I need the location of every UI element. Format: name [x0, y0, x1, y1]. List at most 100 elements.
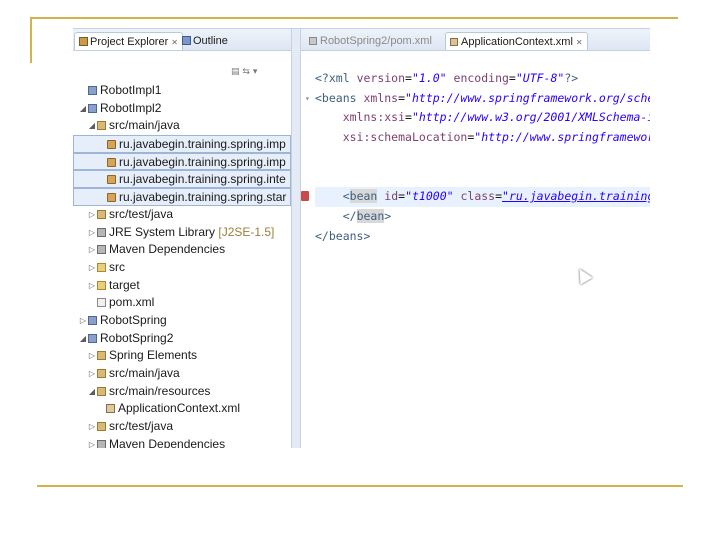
package-icon: [97, 209, 106, 219]
tree-item-label: src/main/resources: [109, 383, 211, 398]
chevron-right-icon[interactable]: ▷: [88, 259, 96, 277]
tree-item-label: pom.xml: [109, 295, 155, 310]
chevron-down-icon[interactable]: ◢: [79, 330, 87, 348]
project-icon: [88, 103, 97, 113]
error-marker-icon[interactable]: [301, 191, 309, 202]
folder-icon: [97, 280, 106, 290]
tree-item-label: RobotImpl1: [100, 83, 162, 97]
chevron-down-icon[interactable]: ◢: [79, 100, 87, 118]
tree-item-label: src/test/java: [109, 206, 174, 221]
chevron-right-icon[interactable]: ▷: [88, 241, 96, 259]
tree-item-label: ru.javabegin.training.spring.star: [119, 190, 287, 205]
chevron-right-icon[interactable]: ▷: [79, 312, 87, 330]
file-icon: [97, 298, 106, 308]
slide-bottom-rule: [37, 485, 683, 487]
chevron-right-icon[interactable]: ▷: [88, 418, 96, 436]
tree-item[interactable]: ◢ RobotImpl2: [73, 100, 291, 118]
tab-outline[interactable]: Outline: [182, 32, 228, 50]
library-icon: [97, 439, 106, 448]
class-icon: [107, 175, 116, 185]
tree-item[interactable]: ru.javabegin.training.spring.star: [73, 188, 291, 206]
slide-left-rule: [30, 17, 32, 63]
tree-item-label: Spring Elements: [109, 348, 198, 363]
chevron-right-icon[interactable]: ▷: [88, 436, 96, 448]
view-menu-icon[interactable]: ▾: [253, 67, 258, 77]
chevron-right-icon[interactable]: ▷: [88, 277, 96, 295]
package-icon: [97, 369, 106, 378]
tree-item[interactable]: ru.javabegin.training.spring.imp: [73, 135, 291, 153]
tree-item[interactable]: ◢ src/main/resources: [73, 383, 291, 401]
tree-item[interactable]: ▷ Maven Dependencies: [73, 436, 291, 448]
editor-tabbar: RobotSpring2/pom.xml ApplicationContext.…: [301, 29, 650, 51]
code-text: xsi:schemaLocation="http://www.springfra…: [342, 130, 650, 145]
tab-project-explorer[interactable]: Project Explorer ✕: [74, 32, 183, 50]
tree-item[interactable]: ▷ src/test/java: [73, 206, 291, 224]
fold-icon[interactable]: ▾: [305, 89, 310, 109]
tree-item[interactable]: ru.javabegin.training.spring.inte: [73, 170, 291, 189]
tree-item-label: ApplicationContext.xml: [118, 401, 241, 416]
package-icon: [97, 351, 106, 361]
tree-item[interactable]: ◢ RobotSpring2: [73, 330, 291, 348]
slide-top-rule: [30, 17, 678, 19]
package-icon: [97, 386, 106, 396]
left-tabbar: Project Explorer ✕ Outline: [73, 29, 291, 51]
code-area[interactable]: <?xml version="1.0" encoding="UTF-8"?> ▾ <…: [301, 69, 650, 247]
tree-item[interactable]: RobotImpl1: [73, 82, 291, 100]
code-line[interactable]: xmlns:xsi="http://www.w3.org/2001/XMLSch…: [315, 108, 650, 128]
code-line[interactable]: <?xml version="1.0" encoding="UTF-8"?>: [315, 69, 650, 89]
editor-gutter: [301, 51, 315, 448]
pane-divider[interactable]: [291, 29, 301, 448]
collapse-all-icon[interactable]: ▤: [231, 67, 240, 77]
code-line[interactable]: [315, 167, 650, 187]
outline-icon: [182, 36, 191, 45]
xml-file-icon: [450, 38, 458, 46]
tree-item[interactable]: ▷ target: [73, 277, 291, 295]
chevron-down-icon[interactable]: ◢: [88, 117, 96, 135]
class-icon: [107, 157, 116, 167]
chevron-down-icon[interactable]: ◢: [88, 383, 96, 401]
tree-item-label: ru.javabegin.training.spring.inte: [119, 172, 286, 187]
tree-item[interactable]: ▷ JRE System Library [J2SE-1.5]: [73, 224, 291, 242]
code-line[interactable]: xsi:schemaLocation="http://www.springfra…: [315, 128, 650, 148]
close-icon[interactable]: ✕: [171, 38, 178, 47]
tree-item[interactable]: ▷ src/test/java: [73, 418, 291, 436]
tab-pom-xml[interactable]: RobotSpring2/pom.xml: [309, 32, 432, 50]
code-text: </beans>: [315, 228, 371, 243]
close-icon[interactable]: ✕: [576, 38, 583, 47]
tree-item[interactable]: ▷ RobotSpring: [73, 312, 291, 330]
chevron-right-icon[interactable]: ▷: [88, 365, 96, 383]
project-icon: [88, 315, 97, 325]
code-text: <beans xmlns="http://www.springframework…: [315, 90, 650, 105]
tree-item-label: RobotSpring: [100, 312, 167, 327]
code-line[interactable]: [315, 148, 650, 168]
tree-item[interactable]: ▷ Spring Elements: [73, 347, 291, 365]
tree-item[interactable]: ▷ Maven Dependencies: [73, 241, 291, 259]
ide-screenshot: Project Explorer ✕ Outline ▤ ⇆ ▾ RobotImp…: [73, 28, 650, 448]
code-text: </bean>: [342, 208, 392, 223]
tab-applicationcontext-xml[interactable]: ApplicationContext.xml ✕: [445, 32, 588, 50]
tree-item-label: ru.javabegin.training.spring.imp: [119, 137, 286, 152]
tree-item-label: JRE System Library: [109, 224, 216, 239]
chevron-right-icon[interactable]: ▷: [88, 347, 96, 365]
code-line[interactable]: ▾ <bean id="t1000" class="ru.javabegin.t…: [301, 187, 650, 207]
code-line[interactable]: ▾ <beans xmlns="http://www.springframewor…: [305, 89, 650, 109]
tree-item[interactable]: ◢ src/main/java: [73, 117, 291, 135]
project-explorer-icon: [79, 37, 88, 46]
chevron-right-icon[interactable]: ▷: [88, 224, 96, 242]
tree-item[interactable]: ▷ src: [73, 259, 291, 277]
tree-item[interactable]: pom.xml: [73, 294, 291, 312]
tree-item-label: ru.javabegin.training.spring.imp: [119, 154, 286, 169]
library-icon: [97, 245, 106, 255]
tree-item[interactable]: ru.javabegin.training.spring.imp: [73, 152, 291, 171]
tree-item[interactable]: ApplicationContext.xml: [73, 400, 291, 418]
tree-item-label: src/test/java: [109, 419, 174, 434]
tree-item[interactable]: ▷ src/main/java: [73, 365, 291, 383]
chevron-right-icon[interactable]: ▷: [88, 206, 96, 224]
tree-item-label: RobotSpring2: [100, 330, 174, 345]
code-line[interactable]: </beans>: [315, 227, 650, 247]
code-line[interactable]: </bean>: [315, 207, 650, 227]
view-toolbar: ▤ ⇆ ▾: [231, 67, 257, 79]
link-editor-icon[interactable]: ⇆: [242, 67, 250, 77]
xml-file-icon: [106, 404, 115, 414]
project-tree: RobotImpl1 ◢ RobotImpl2 ◢ src/main/java ru.ja…: [73, 82, 291, 448]
